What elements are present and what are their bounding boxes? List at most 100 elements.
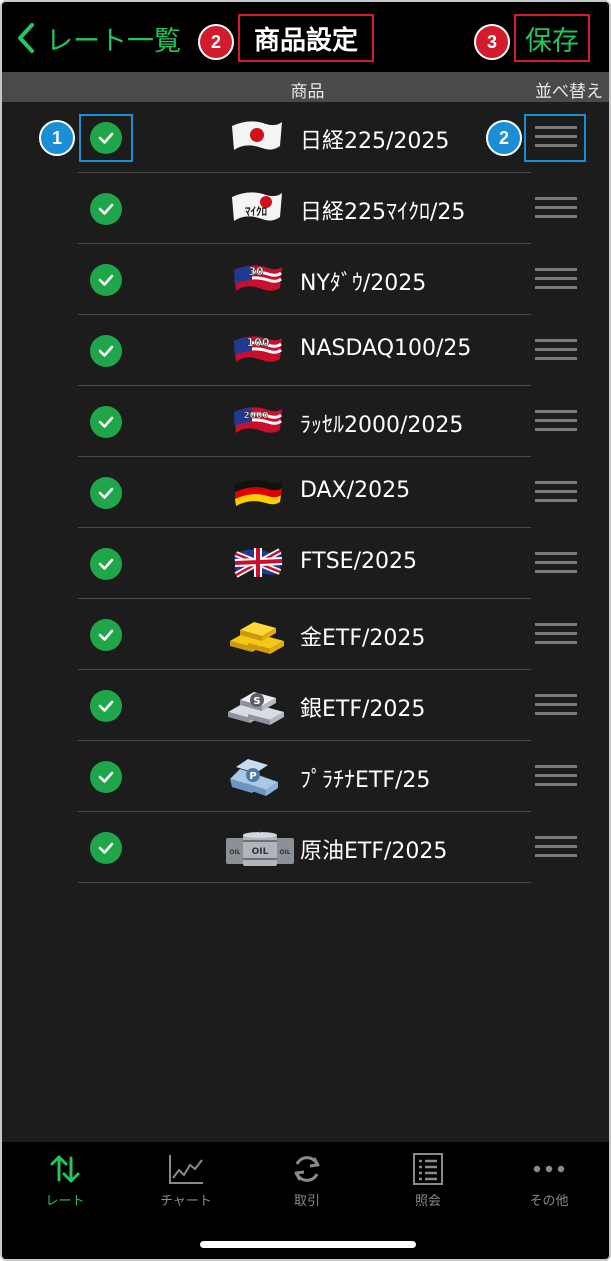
list-item: 金ETF/2025 — [2, 599, 609, 670]
check-toggle[interactable] — [90, 477, 122, 509]
platinum-bars-icon: P — [230, 759, 278, 796]
tab-trade[interactable]: 取引 — [257, 1152, 357, 1209]
tab-label: 照会 — [414, 1194, 441, 1209]
list-item: 100 NASDAQ100/25 — [2, 315, 609, 386]
uk-flag-icon — [234, 548, 283, 578]
list-item: 30 NYﾀﾞｳ/2025 — [2, 244, 609, 315]
list-icon — [413, 1153, 443, 1185]
annotation-badge-check: 1 — [39, 120, 75, 156]
reorder-handle[interactable] — [535, 268, 577, 290]
save-button[interactable]: 保存 — [514, 14, 590, 62]
save-label: 保存 — [525, 25, 579, 57]
checkmark-icon — [98, 203, 114, 215]
check-toggle[interactable] — [90, 193, 122, 225]
annotation-highlight-handle — [524, 114, 586, 162]
checkmark-icon — [98, 487, 114, 499]
svg-text:2000: 2000 — [243, 411, 268, 421]
column-header: 商品 並べ替え — [2, 72, 609, 102]
svg-text:100: 100 — [247, 336, 270, 349]
checkmark-icon — [98, 842, 114, 854]
tab-more[interactable]: その他 — [499, 1152, 599, 1209]
annotation-badge-handle: 2 — [486, 120, 522, 156]
tab-rate[interactable]: レート — [15, 1152, 115, 1209]
product-name: NASDAQ100/25 — [300, 336, 472, 361]
oil-barrels-icon: OIL OIL OIL — [226, 827, 294, 866]
chart-icon — [169, 1155, 203, 1184]
back-label: レート一覧 — [46, 25, 181, 57]
checkmark-icon — [98, 700, 114, 712]
checkmark-icon — [98, 416, 114, 428]
product-name: 銀ETF/2025 — [300, 697, 426, 722]
check-toggle[interactable] — [90, 832, 122, 864]
germany-flag-icon — [234, 480, 282, 506]
chevron-left-icon — [18, 23, 34, 53]
more-icon — [533, 1165, 565, 1173]
list-item: 日経225/2025 1 2 — [2, 102, 609, 173]
checkmark-icon — [98, 558, 114, 570]
reorder-handle[interactable] — [535, 481, 577, 503]
us-flag-2000-icon: 2000 — [234, 407, 282, 433]
product-name: ﾌﾟﾗﾁﾅETF/25 — [300, 768, 431, 793]
svg-text:30: 30 — [248, 265, 264, 278]
product-name: 日経225/2025 — [300, 129, 450, 154]
svg-text:ﾏｲｸﾛ: ﾏｲｸﾛ — [245, 205, 267, 218]
product-name: 原油ETF/2025 — [300, 839, 448, 864]
product-name: NYﾀﾞｳ/2025 — [300, 271, 427, 296]
gold-bars-icon — [230, 622, 284, 654]
checkmark-icon — [98, 274, 114, 286]
svg-text:OIL: OIL — [279, 849, 290, 856]
tab-label: レート — [45, 1194, 85, 1209]
check-toggle[interactable] — [90, 761, 122, 793]
app-frame: レート一覧 2 商品設定 3 保存 商品 並べ替え 日経225/2025 1 2… — [0, 0, 611, 1261]
reorder-handle[interactable] — [535, 552, 577, 574]
reorder-handle[interactable] — [535, 339, 577, 361]
list-item: FTSE/2025 — [2, 528, 609, 599]
rate-arrows-icon — [50, 1155, 80, 1183]
tab-chart[interactable]: チャート — [136, 1152, 236, 1209]
check-toggle[interactable] — [90, 264, 122, 296]
reorder-handle[interactable] — [535, 623, 577, 645]
annotation-badge-save: 3 — [474, 24, 510, 60]
check-toggle[interactable] — [90, 690, 122, 722]
home-indicator — [200, 1241, 416, 1248]
reorder-handle[interactable] — [535, 765, 577, 787]
silver-bars-icon: S — [228, 692, 284, 725]
check-toggle[interactable] — [90, 335, 122, 367]
check-toggle[interactable] — [90, 406, 122, 438]
list-item: P ﾌﾟﾗﾁﾅETF/25 — [2, 741, 609, 812]
annotation-highlight-check — [79, 114, 133, 162]
reorder-handle[interactable] — [535, 836, 577, 858]
tab-label: その他 — [529, 1194, 569, 1209]
check-toggle[interactable] — [90, 548, 122, 580]
tab-label: 取引 — [293, 1194, 320, 1209]
back-button[interactable]: レート一覧 — [16, 16, 181, 60]
svg-text:OIL: OIL — [229, 849, 240, 856]
svg-text:OIL: OIL — [252, 847, 269, 857]
row-divider — [78, 882, 531, 883]
us-flag-30-icon: 30 — [234, 265, 282, 291]
checkmark-icon — [98, 345, 114, 357]
product-name: DAX/2025 — [300, 478, 411, 503]
nav-header: レート一覧 2 商品設定 3 保存 — [2, 2, 609, 72]
product-name: 日経225ﾏｲｸﾛ/25 — [300, 200, 466, 225]
list-item: ﾏｲｸﾛ 日経225ﾏｲｸﾛ/25 — [2, 173, 609, 244]
list-item: DAX/2025 — [2, 457, 609, 528]
page-title: 商品設定 — [238, 14, 374, 62]
tab-inquiry[interactable]: 照会 — [378, 1152, 478, 1209]
product-name: FTSE/2025 — [300, 549, 417, 574]
page-title-text: 商品設定 — [253, 25, 358, 56]
tab-label: チャート — [160, 1194, 212, 1209]
check-toggle[interactable] — [90, 619, 122, 651]
reorder-handle[interactable] — [535, 694, 577, 716]
svg-text:S: S — [253, 696, 260, 707]
product-name: ﾗｯｾﾙ2000/2025 — [300, 413, 464, 438]
list-item: S 銀ETF/2025 — [2, 670, 609, 741]
column-sort: 並べ替え — [535, 82, 603, 102]
reorder-handle[interactable] — [535, 197, 577, 219]
annotation-badge-title: 2 — [198, 24, 234, 60]
list-item: 2000 ﾗｯｾﾙ2000/2025 — [2, 386, 609, 457]
product-name: 金ETF/2025 — [300, 626, 426, 651]
column-product: 商品 — [290, 82, 325, 102]
reorder-handle[interactable] — [535, 410, 577, 432]
svg-text:P: P — [249, 771, 256, 782]
